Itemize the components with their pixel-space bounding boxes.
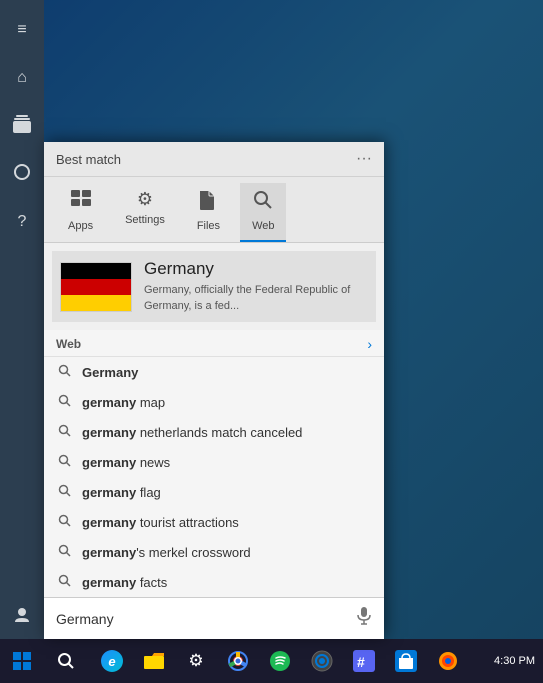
taskbar-hashtag-icon[interactable]: # [344, 639, 384, 683]
apps-icon [70, 189, 92, 216]
taskbar-explorer-icon[interactable] [134, 639, 174, 683]
taskbar-edge-icon[interactable]: e [92, 639, 132, 683]
taskbar-chrome-icon[interactable] [218, 639, 258, 683]
files-icon [198, 189, 218, 216]
web-section-arrow[interactable]: › [367, 336, 372, 352]
tab-apps-label: Apps [68, 220, 93, 232]
tab-settings-label: Settings [125, 214, 165, 226]
menu-header: Best match ··· [44, 142, 384, 177]
country-name: Germany [144, 259, 368, 279]
best-match-info: Germany Germany, officially the Federal … [144, 259, 368, 314]
best-match-label: Best match [56, 152, 121, 175]
web-item-text-7: germany facts [82, 575, 167, 590]
country-description: Germany, officially the Federal Republic… [144, 283, 368, 314]
search-input-value: Germany [56, 611, 356, 627]
taskbar-spotify-icon[interactable] [260, 639, 300, 683]
web-section-label: Web [56, 337, 81, 351]
web-item-text-5: germany tourist attractions [82, 515, 239, 530]
tab-web[interactable]: Web [240, 183, 286, 242]
web-item-1[interactable]: germany map [44, 387, 384, 417]
sidebar-item-home[interactable]: ⌂ [0, 56, 44, 100]
web-item-5[interactable]: germany tourist attractions [44, 507, 384, 537]
web-item-4[interactable]: germany flag [44, 477, 384, 507]
flag-stripe-black [61, 263, 131, 279]
web-item-2[interactable]: germany netherlands match canceled [44, 417, 384, 447]
web-item-3[interactable]: germany news [44, 447, 384, 477]
user-icon [13, 606, 31, 629]
web-item-text-3: germany news [82, 455, 170, 470]
search-icon-2 [56, 424, 72, 440]
taskbar-camera-icon[interactable] [302, 639, 342, 683]
desktop: ≡ ⌂ ? [0, 0, 543, 683]
web-item-7[interactable]: germany facts [44, 567, 384, 597]
tab-apps[interactable]: Apps [56, 183, 105, 242]
taskbar-search-button[interactable] [44, 639, 88, 683]
search-icon-3 [56, 454, 72, 470]
flag-stripe-red [61, 279, 131, 295]
sidebar-item-question[interactable]: ? [0, 200, 44, 244]
home-icon: ⌂ [17, 69, 27, 87]
taskbar-store-icon[interactable] [386, 639, 426, 683]
start-menu: Best match ··· Apps ⚙ Settings [44, 142, 384, 639]
search-icon-1 [56, 394, 72, 410]
sidebar-item-user[interactable] [0, 595, 44, 639]
person-icon [12, 114, 32, 139]
windows-logo [13, 652, 31, 670]
microphone-icon[interactable] [356, 606, 372, 631]
taskbar-apps: e ⚙ [88, 639, 494, 683]
web-search-icon [252, 189, 274, 216]
more-options-button[interactable]: ··· [356, 150, 372, 176]
start-button[interactable] [0, 639, 44, 683]
sidebar-item-cortana[interactable] [0, 152, 44, 196]
taskbar-settings-icon[interactable]: ⚙ [176, 639, 216, 683]
search-icon-5 [56, 514, 72, 530]
sidebar-item-hamburger[interactable]: ≡ [0, 8, 44, 52]
search-icon-6 [56, 544, 72, 560]
sidebar: ≡ ⌂ ? [0, 0, 44, 639]
tab-settings[interactable]: ⚙ Settings [113, 183, 177, 242]
tray-time: 4:30 PM [494, 655, 535, 667]
web-item-text-4: germany flag [82, 485, 161, 500]
category-tabs: Apps ⚙ Settings Files [44, 177, 384, 243]
question-icon: ? [18, 213, 27, 231]
taskbar-firefox-icon[interactable] [428, 639, 468, 683]
web-item-6[interactable]: germany's merkel crossword [44, 537, 384, 567]
system-tray: 4:30 PM [494, 655, 543, 667]
web-item-0[interactable]: Germany [44, 357, 384, 387]
web-section-header: Web › [44, 330, 384, 357]
web-item-text-6: germany's merkel crossword [82, 545, 251, 560]
circle-icon [13, 163, 31, 186]
search-icon-4 [56, 484, 72, 500]
hamburger-icon: ≡ [17, 21, 26, 39]
tab-web-label: Web [252, 220, 274, 232]
web-item-text-2: germany netherlands match canceled [82, 425, 302, 440]
search-icon-0 [56, 364, 72, 380]
web-item-text-1: germany map [82, 395, 165, 410]
web-results-section: Web › Germany [44, 330, 384, 597]
sidebar-item-person[interactable] [0, 104, 44, 148]
flag-stripe-yellow [61, 295, 131, 311]
web-item-text-0: Germany [82, 365, 138, 380]
search-icon-7 [56, 574, 72, 590]
best-match-card[interactable]: Germany Germany, officially the Federal … [52, 251, 376, 322]
germany-flag [60, 262, 132, 312]
tab-files-label: Files [197, 220, 220, 232]
taskbar: e ⚙ [0, 639, 543, 683]
tab-files[interactable]: Files [185, 183, 232, 242]
search-box[interactable]: Germany [44, 597, 384, 639]
settings-icon: ⚙ [137, 189, 153, 210]
svg-text:#: # [357, 654, 365, 670]
